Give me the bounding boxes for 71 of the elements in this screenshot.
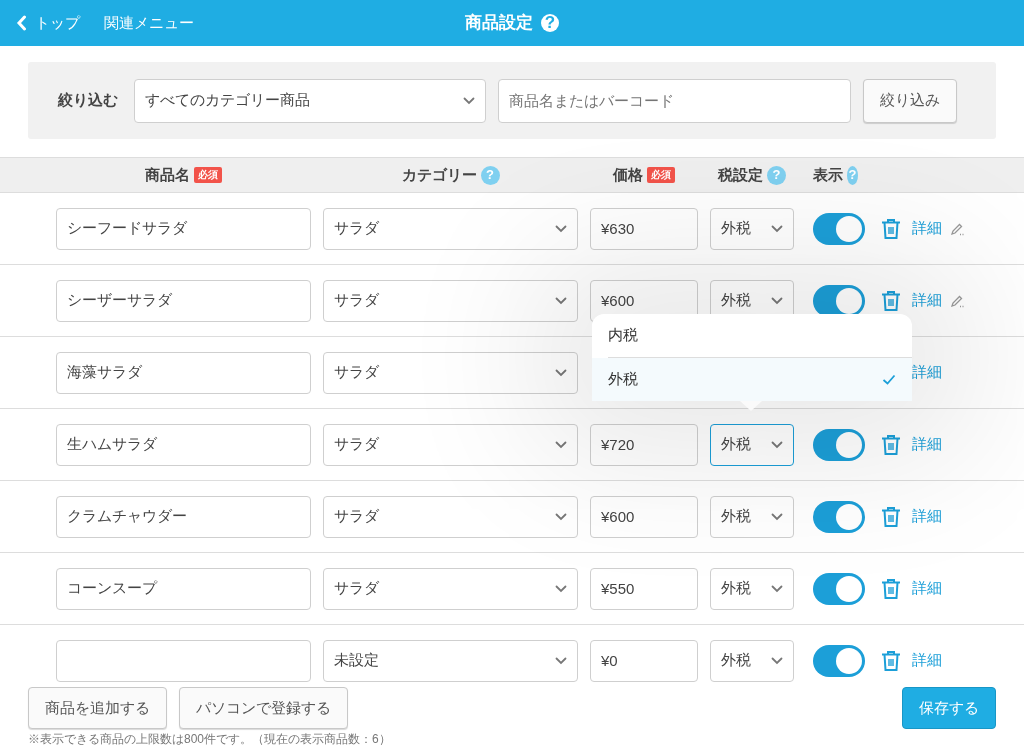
- name-field[interactable]: [56, 639, 311, 682]
- price-field[interactable]: ¥550: [590, 567, 698, 610]
- menu-option[interactable]: 外税: [592, 358, 912, 401]
- trash-icon[interactable]: [881, 577, 901, 600]
- chevron-icon: [555, 656, 567, 665]
- search-field[interactable]: 商品名またはバーコード: [498, 78, 851, 123]
- chevron-icon: [463, 96, 475, 105]
- toggle-switch[interactable]: [813, 644, 865, 677]
- price-field[interactable]: ¥630: [590, 207, 698, 250]
- tax-select[interactable]: 外税: [710, 423, 794, 466]
- chevron-icon: [771, 296, 783, 305]
- trash-icon[interactable]: [881, 289, 901, 312]
- page-title: 商品設定: [465, 12, 533, 35]
- column-header: 商品名: [145, 164, 190, 185]
- chevron-icon: [771, 656, 783, 665]
- name-field[interactable]: シーフードサラダ: [56, 207, 311, 250]
- limit-note: ※表示できる商品の上限数は800件です。（現在の表示商品数：6）: [28, 731, 392, 748]
- toggle-switch[interactable]: [813, 572, 865, 605]
- price-field[interactable]: ¥600: [590, 495, 698, 538]
- pencil-icon: [950, 293, 965, 308]
- check-icon: [882, 374, 896, 385]
- name-field[interactable]: 海藻サラダ: [56, 351, 311, 394]
- category-select[interactable]: すべてのカテゴリー商品: [134, 78, 486, 123]
- chevron-icon: [555, 368, 567, 377]
- toggle-switch[interactable]: [813, 284, 865, 317]
- trash-icon[interactable]: [881, 505, 901, 528]
- price-field[interactable]: ¥720: [590, 423, 698, 466]
- name-field[interactable]: クラムチャウダー: [56, 495, 311, 538]
- filter-button[interactable]: 絞り込み: [863, 78, 957, 123]
- tax-select[interactable]: 外税: [710, 639, 794, 682]
- category-select[interactable]: 未設定: [323, 639, 578, 682]
- trash-icon[interactable]: [881, 217, 901, 240]
- chevron-icon: [555, 584, 567, 593]
- chevron-icon: [771, 512, 783, 521]
- toggle-switch[interactable]: [813, 212, 865, 245]
- chevron-icon: [771, 224, 783, 233]
- name-field[interactable]: 生ハムサラダ: [56, 423, 311, 466]
- chevron-icon: [555, 296, 567, 305]
- name-field[interactable]: コーンスープ: [56, 567, 311, 610]
- category-select[interactable]: サラダ: [323, 351, 578, 394]
- trash-icon[interactable]: [881, 649, 901, 672]
- add-product-button[interactable]: 商品を追加する: [28, 687, 167, 729]
- category-select[interactable]: サラダ: [323, 423, 578, 466]
- category-select[interactable]: サラダ: [323, 495, 578, 538]
- filter-label: 絞り込む: [58, 90, 118, 111]
- category-select[interactable]: サラダ: [323, 279, 578, 322]
- column-header: 価格: [613, 164, 643, 185]
- chevron-icon: [555, 512, 567, 521]
- trash-icon[interactable]: [881, 433, 901, 456]
- required-badge: 必須: [194, 167, 222, 183]
- back-chevron-icon: [16, 15, 27, 31]
- toggle-switch[interactable]: [813, 500, 865, 533]
- chevron-icon: [555, 224, 567, 233]
- tax-select[interactable]: 外税: [710, 207, 794, 250]
- tax-select[interactable]: 外税: [710, 567, 794, 610]
- toggle-switch[interactable]: [813, 428, 865, 461]
- chevron-icon: [555, 440, 567, 449]
- column-header: カテゴリー: [401, 164, 477, 185]
- name-field[interactable]: シーザーサラダ: [56, 279, 311, 322]
- tax-select[interactable]: 外税: [710, 495, 794, 538]
- chevron-icon: [771, 584, 783, 593]
- required-badge: 必須: [647, 167, 675, 183]
- pencil-icon: [950, 221, 965, 236]
- category-select[interactable]: サラダ: [323, 567, 578, 610]
- price-field[interactable]: ¥0: [590, 639, 698, 682]
- column-header: 税設定: [718, 164, 763, 185]
- column-header: 表示: [813, 164, 843, 185]
- chevron-icon: [771, 440, 783, 449]
- category-select[interactable]: サラダ: [323, 207, 578, 250]
- pc-register-button[interactable]: パソコンで登録する: [179, 687, 348, 729]
- menu-pointer: [740, 401, 762, 411]
